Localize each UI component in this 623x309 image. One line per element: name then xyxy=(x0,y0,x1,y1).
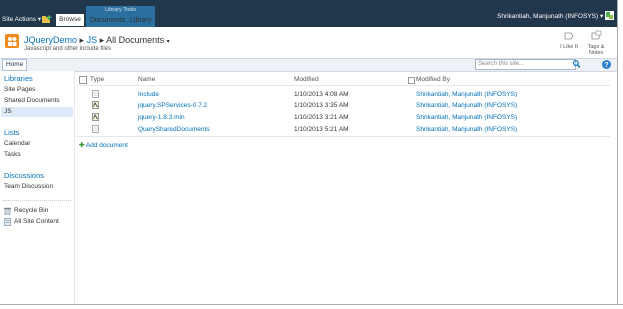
ql-site-pages[interactable]: Site Pages xyxy=(4,86,35,93)
tags-notes-button[interactable]: Tags & Notes xyxy=(584,30,608,56)
modified-by-link[interactable]: Shrikantiah, Manjunath (INFOSYS) xyxy=(416,102,517,109)
modified-date: 1/10/2013 3:21 AM xyxy=(294,114,349,121)
breadcrumb-separator-icon: ▸ xyxy=(79,35,87,45)
chevron-down-icon: ▾ xyxy=(166,39,170,45)
svg-text:?: ? xyxy=(604,62,608,69)
document-name-link[interactable]: QuerySharedDocuments xyxy=(138,126,210,133)
column-header-type[interactable]: Type xyxy=(90,76,104,83)
modified-by-link[interactable]: Shrikantiah, Manjunath (INFOSYS) xyxy=(416,91,517,98)
ql-tasks[interactable]: Tasks xyxy=(4,151,21,158)
document-icon[interactable] xyxy=(92,125,99,133)
script-file-icon[interactable] xyxy=(92,113,99,121)
breadcrumb-folder[interactable]: JS xyxy=(87,35,98,45)
navigate-up-icon[interactable] xyxy=(42,15,52,23)
document-name-link[interactable]: Include xyxy=(138,91,159,98)
site-logo[interactable] xyxy=(5,34,19,48)
ql-recycle-bin[interactable]: Recycle Bin xyxy=(14,207,48,214)
tab-documents[interactable]: Documents xyxy=(90,17,125,24)
tab-library[interactable]: Library xyxy=(130,17,151,24)
ql-all-site-content[interactable]: All Site Content xyxy=(14,218,59,225)
site-actions-label: Site Actions xyxy=(2,16,36,23)
chevron-down-icon: ▾ xyxy=(37,16,42,23)
ql-shared-documents[interactable]: Shared Documents xyxy=(4,97,60,104)
ql-discussions-heading[interactable]: Discussions xyxy=(4,171,44,180)
user-menu[interactable]: Shrikantiah, Manjunath (INFOSYS) ▾ xyxy=(497,12,603,20)
modified-by-link[interactable]: Shrikantiah, Manjunath (INFOSYS) xyxy=(416,114,517,121)
modified-date: 1/10/2013 3:35 AM xyxy=(294,102,349,109)
ql-team-discussion[interactable]: Team Discussion xyxy=(4,183,53,190)
modified-by-link[interactable]: Shrikantiah, Manjunath (INFOSYS) xyxy=(416,126,517,133)
divider xyxy=(3,200,71,201)
people-icon xyxy=(8,37,17,46)
modified-date: 1/10/2013 5:21 AM xyxy=(294,126,349,133)
window-border xyxy=(0,304,623,305)
search-input[interactable]: Search this site... xyxy=(475,59,576,70)
document-name-link[interactable]: jquery-1.8.3.min xyxy=(138,114,185,121)
site-actions-menu[interactable]: Site Actions ▾ xyxy=(2,15,41,23)
column-header-name[interactable]: Name xyxy=(138,76,155,83)
library-tools-label: Library Tools xyxy=(104,7,137,13)
ql-libraries-heading[interactable]: Libraries xyxy=(4,74,33,83)
divider xyxy=(77,136,610,137)
ql-js[interactable]: JS xyxy=(4,108,12,115)
chevron-down-icon: ▾ xyxy=(599,13,604,20)
ql-lists-heading[interactable]: Lists xyxy=(4,128,19,137)
user-name: Shrikantiah, Manjunath (INFOSYS) xyxy=(497,13,599,20)
ql-calendar[interactable]: Calendar xyxy=(4,140,30,147)
breadcrumb-site[interactable]: JQueryDemo xyxy=(24,35,77,45)
site-content-icon xyxy=(4,218,11,226)
topnav-home[interactable]: Home xyxy=(2,59,28,71)
modified-date: 1/10/2013 4:08 AM xyxy=(294,91,349,98)
search-icon[interactable] xyxy=(572,59,581,69)
i-like-it-label: I Like It xyxy=(560,44,578,50)
column-header-modified[interactable]: Modified xyxy=(294,76,319,83)
help-icon[interactable]: ? xyxy=(602,60,611,69)
select-all-checkbox[interactable] xyxy=(79,76,87,84)
folder-icon[interactable] xyxy=(92,90,99,98)
like-icon xyxy=(564,32,574,40)
social-icon[interactable] xyxy=(605,11,614,20)
column-header-modified-by[interactable]: Modified By xyxy=(416,76,450,83)
window-border xyxy=(617,0,618,305)
tags-icon xyxy=(591,30,602,40)
page-description: Javascript and other include files xyxy=(24,46,112,52)
breadcrumb: JQueryDemo ▸ JS ▸ All Documents ▾ xyxy=(24,35,170,46)
column-menu-icon[interactable] xyxy=(408,77,415,84)
add-document-label: Add document xyxy=(85,142,128,149)
tags-notes-label: Tags & Notes xyxy=(587,44,605,56)
i-like-it-button[interactable]: I Like It xyxy=(558,30,580,50)
recycle-bin-icon xyxy=(4,207,11,215)
document-name-link[interactable]: jquery.SPServices-0.7.2 xyxy=(138,102,207,109)
plus-icon: ✚ xyxy=(79,142,85,149)
tab-browse[interactable]: Browse xyxy=(56,14,84,26)
script-file-icon[interactable] xyxy=(92,101,99,109)
divider xyxy=(77,85,610,86)
add-document-link[interactable]: ✚ Add document xyxy=(79,141,128,149)
view-selector[interactable]: All Documents xyxy=(106,35,164,45)
